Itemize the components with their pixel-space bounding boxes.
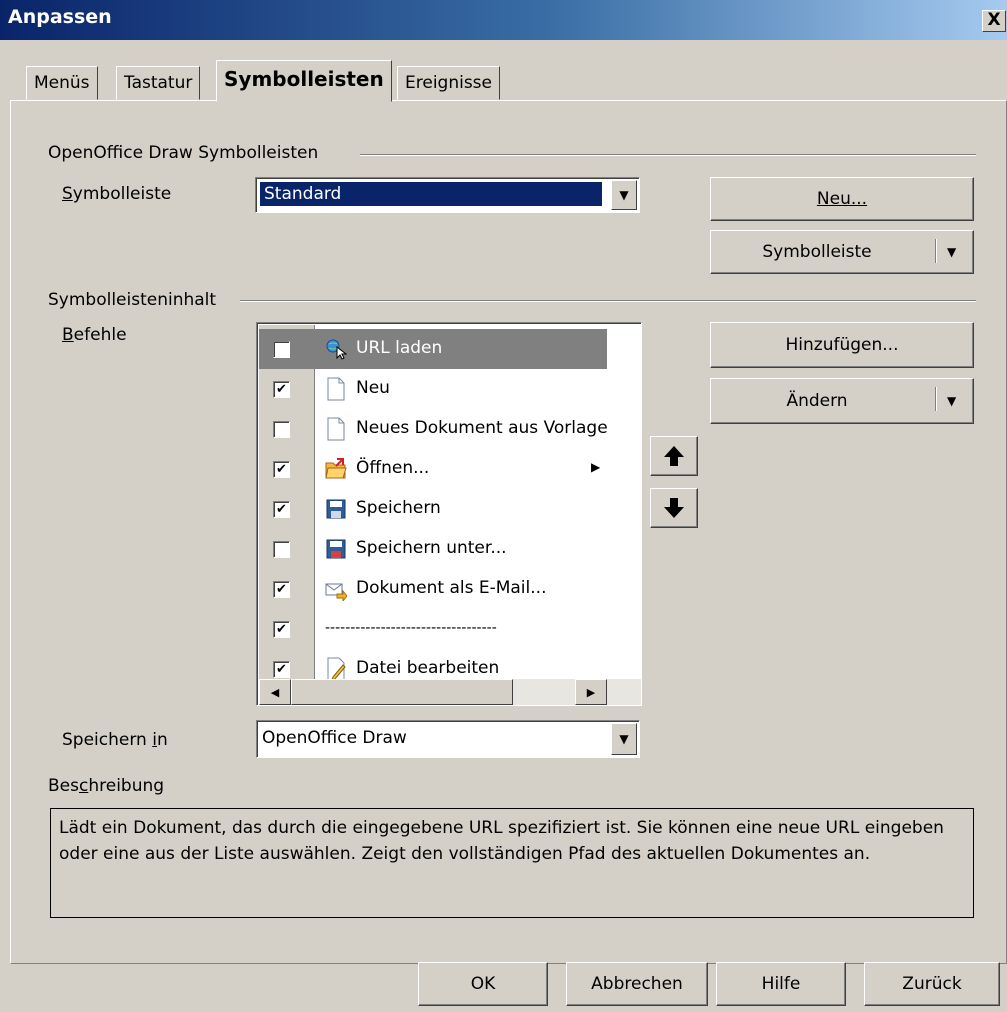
item-checkbox[interactable] [273, 341, 290, 358]
list-item[interactable]: Neues Dokument aus Vorlage [259, 409, 608, 449]
new-toolbar-button-label: Neu... [816, 189, 868, 209]
new-document-icon [327, 377, 345, 401]
toolbar-menu-button-label: Symbolleiste [762, 242, 872, 262]
toolbars-group-title: OpenOffice Draw Symbolleisten [48, 143, 319, 163]
new-from-template-icon [327, 417, 345, 441]
commands-list[interactable]: URL laden ✔ Neu Neues Dokument aus Vorla… [256, 322, 642, 706]
email-document-icon [325, 583, 347, 601]
ok-button-label: OK [470, 974, 496, 994]
item-checkbox[interactable] [273, 541, 290, 558]
item-label: Neu [356, 378, 390, 398]
arrow-down-icon [664, 498, 684, 518]
item-checkbox[interactable]: ✔ [273, 461, 290, 478]
description-label: Beschreibung [48, 776, 165, 796]
save-in-select[interactable]: OpenOffice Draw ▼ [256, 720, 640, 758]
open-folder-icon [325, 458, 347, 479]
ok-button[interactable]: OK [418, 962, 548, 1006]
item-label: URL laden [356, 338, 443, 358]
reset-button[interactable]: Zurück [864, 962, 1000, 1006]
scroll-right-button[interactable]: ▶ [575, 679, 607, 705]
move-down-button[interactable] [650, 488, 698, 528]
list-item[interactable]: ✔ Speichern [259, 489, 607, 529]
arrow-up-icon [664, 446, 684, 466]
tab-keyboard[interactable]: Tastatur [116, 66, 201, 100]
list-item[interactable]: Speichern unter... [259, 529, 607, 569]
close-button[interactable]: X [982, 10, 1006, 32]
horizontal-scrollbar[interactable]: ◀ ▶ [259, 679, 641, 705]
item-checkbox[interactable]: ✔ [273, 381, 290, 398]
item-label: Neues Dokument aus Vorlage [356, 418, 608, 438]
group-divider [240, 300, 976, 302]
toolbar-label: Symbolleiste [62, 184, 172, 204]
tab-toolbars[interactable]: Symbolleisten [216, 60, 392, 102]
reset-button-label: Zurück [902, 974, 962, 994]
item-label: Speichern [356, 498, 441, 518]
list-item[interactable]: URL laden [259, 329, 607, 369]
title-bar [0, 0, 1007, 40]
item-checkbox[interactable]: ✔ [273, 501, 290, 518]
new-toolbar-button[interactable]: Neu... [710, 177, 974, 221]
toolbar-menu-button[interactable]: Symbolleiste ▼ [710, 230, 974, 274]
modify-command-button-label: Ändern [786, 391, 848, 411]
chevron-down-icon[interactable]: ▼ [611, 180, 637, 210]
description-box: Lädt ein Dokument, das durch die eingege… [50, 808, 974, 918]
chevron-down-icon[interactable]: ▼ [611, 723, 637, 755]
save-as-icon [326, 539, 346, 559]
item-checkbox[interactable]: ✔ [273, 661, 290, 678]
scroll-left-button[interactable]: ◀ [259, 679, 291, 705]
item-label: Datei bearbeiten [356, 658, 500, 678]
cancel-button[interactable]: Abbrechen [566, 962, 708, 1006]
item-checkbox[interactable]: ✔ [273, 621, 290, 638]
add-command-button[interactable]: Hinzufügen... [710, 322, 974, 368]
item-label: Dokument als E-Mail... [356, 578, 547, 598]
load-url-icon [326, 339, 347, 360]
add-command-button-label: Hinzufügen... [785, 335, 899, 355]
window-title: Anpassen [8, 6, 112, 28]
list-item[interactable]: ✔ Neu [259, 369, 607, 409]
save-in-value: OpenOffice Draw [262, 728, 407, 748]
item-checkbox[interactable] [273, 421, 290, 438]
chevron-down-icon: ▼ [947, 394, 957, 408]
toolbar-select[interactable]: Standard ▼ [255, 177, 640, 213]
tab-events[interactable]: Ereignisse [397, 66, 501, 100]
chevron-down-icon: ▼ [947, 245, 957, 259]
group-divider [360, 154, 976, 156]
toolbar-select-value: Standard [260, 182, 602, 206]
button-separator [935, 387, 937, 411]
help-button-label: Hilfe [761, 974, 801, 994]
cancel-button-label: Abbrechen [591, 974, 683, 994]
save-in-label: Speichern in [62, 730, 168, 750]
list-item[interactable]: ✔ Dokument als E-Mail... [259, 569, 607, 609]
list-item[interactable]: ✔ ---------------------------------- [259, 609, 607, 649]
item-label: Öffnen... [356, 458, 430, 478]
commands-label: Befehle [62, 325, 127, 345]
submenu-arrow-icon: ▶ [591, 460, 601, 474]
help-button[interactable]: Hilfe [716, 962, 846, 1006]
save-icon [326, 499, 346, 519]
button-separator [935, 239, 937, 263]
content-group-title: Symbolleisteninhalt [48, 290, 217, 310]
separator-label: ---------------------------------- [325, 620, 497, 636]
scroll-thumb[interactable] [291, 679, 513, 705]
move-up-button[interactable] [650, 436, 698, 476]
list-item[interactable]: ✔ Öffnen... ▶ [259, 449, 607, 489]
item-label: Speichern unter... [356, 538, 507, 558]
tab-menus[interactable]: Menüs [26, 66, 98, 100]
edit-file-icon [327, 657, 346, 681]
item-checkbox[interactable]: ✔ [273, 581, 290, 598]
modify-command-button[interactable]: Ändern ▼ [710, 378, 974, 424]
